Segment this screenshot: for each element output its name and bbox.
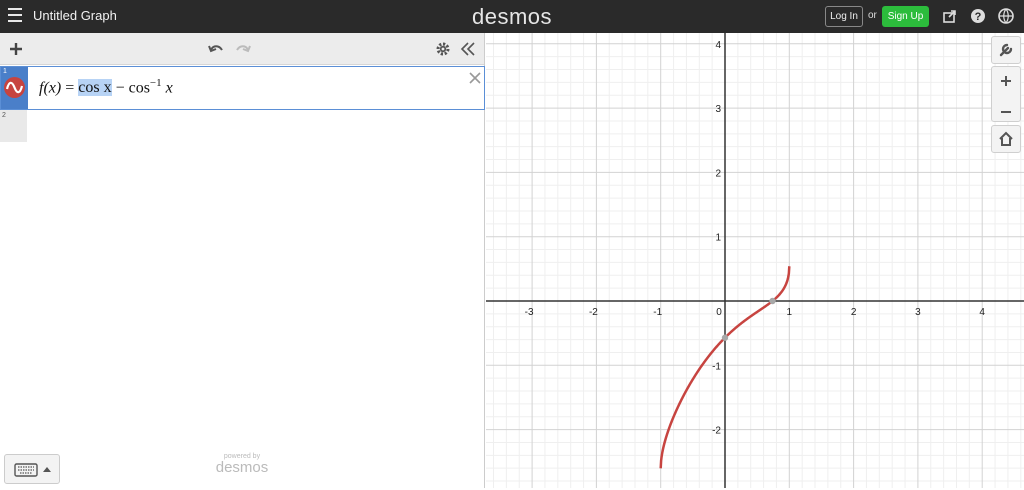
- collapse-panel-icon[interactable]: [459, 40, 477, 58]
- curve-style-icon[interactable]: [4, 77, 25, 98]
- wrench-icon: [999, 43, 1013, 57]
- minus-sign: −: [115, 79, 125, 97]
- svg-text:?: ?: [975, 11, 982, 23]
- equals-sign: =: [65, 79, 75, 97]
- graph-canvas[interactable]: -3 -2 -1 0 1 2 3 4 4 3 2 1 -1 -2: [486, 33, 1024, 488]
- y-tick-label: 1: [715, 233, 721, 244]
- expression-panel: 1 f(x) = cos x − cos−1 x 2 powered by de…: [0, 33, 485, 488]
- x-tick-label: -1: [653, 307, 662, 318]
- y-intercept-point[interactable]: [721, 334, 729, 341]
- add-icon[interactable]: [7, 40, 25, 58]
- expression-number: 2: [2, 112, 6, 119]
- expression-number: 1: [3, 68, 7, 75]
- keyboard-toggle-button[interactable]: [4, 454, 60, 484]
- expression-input[interactable]: f(x) = cos x − cos−1 x: [39, 77, 173, 97]
- expression-row-2[interactable]: 2: [0, 110, 27, 142]
- zoom-in-icon[interactable]: [992, 67, 1020, 95]
- minor-gridlines: [486, 33, 1024, 488]
- arccos-exponent: −1: [149, 77, 162, 89]
- powered-by-logo: desmos: [215, 459, 269, 476]
- y-tick-label: 4: [715, 40, 721, 51]
- settings-gear-icon[interactable]: [434, 40, 452, 58]
- expression-toolbar: [0, 33, 484, 65]
- language-globe-icon[interactable]: [998, 8, 1014, 24]
- y-tick-label: -2: [712, 426, 721, 437]
- selected-term: cos x: [78, 79, 112, 97]
- help-icon[interactable]: ?: [970, 8, 986, 24]
- x-tick-label: 4: [979, 307, 985, 318]
- arccos-argument: x: [165, 79, 173, 97]
- keyboard-icon: [14, 463, 51, 477]
- x-tick-label: 2: [851, 307, 857, 318]
- y-axis-tick-labels: 4 3 2 1 -1 -2: [712, 40, 721, 437]
- powered-by-desmos: powered by desmos: [213, 453, 271, 476]
- menu-icon[interactable]: [8, 8, 22, 24]
- x-tick-label: -2: [589, 307, 598, 318]
- y-tick-label: -1: [712, 361, 721, 372]
- or-text: or: [868, 10, 877, 21]
- zoom-out-icon[interactable]: [992, 100, 1020, 126]
- y-tick-label: 3: [715, 104, 721, 115]
- delete-expression-icon[interactable]: [467, 70, 483, 86]
- share-icon[interactable]: [942, 8, 958, 24]
- home-icon: [999, 131, 1013, 146]
- x-tick-label: -3: [525, 307, 534, 318]
- y-tick-label: 2: [715, 168, 721, 179]
- undo-icon[interactable]: [207, 40, 225, 58]
- x-tick-label: 0: [716, 307, 722, 318]
- x-tick-label: 1: [787, 307, 793, 318]
- expression-row-1[interactable]: 1 f(x) = cos x − cos−1 x: [0, 66, 485, 110]
- expression-gutter: 1: [1, 67, 28, 109]
- desmos-logo: desmos: [471, 4, 553, 29]
- signup-button[interactable]: Sign Up: [882, 6, 929, 27]
- x-intercept-point[interactable]: [769, 297, 776, 305]
- function-lhs: f(x): [39, 79, 62, 97]
- redo-icon[interactable]: [234, 40, 252, 58]
- graph-settings-button[interactable]: [991, 36, 1021, 64]
- login-button[interactable]: Log In: [825, 6, 863, 27]
- graph-title[interactable]: Untitled Graph: [33, 8, 117, 23]
- arccos-base: cos: [128, 79, 150, 97]
- default-view-button[interactable]: [991, 125, 1021, 153]
- x-tick-label: 3: [915, 307, 921, 318]
- top-bar: Untitled Graph desmos Log In or Sign Up …: [0, 0, 1024, 33]
- zoom-controls: [991, 66, 1021, 122]
